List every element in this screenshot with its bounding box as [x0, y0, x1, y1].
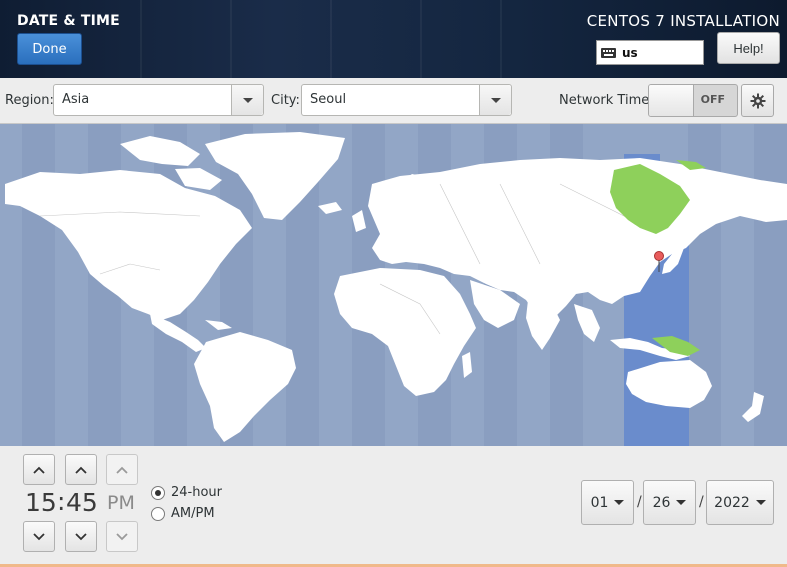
- chevron-down-icon: [676, 500, 687, 505]
- chevron-up-icon: [33, 466, 45, 474]
- date-separator: /: [699, 494, 704, 510]
- header-decoration: [230, 0, 232, 78]
- network-time-switch[interactable]: OFF: [648, 84, 738, 117]
- help-button[interactable]: Help!: [717, 32, 780, 64]
- format-ampm-radio[interactable]: [151, 506, 165, 521]
- year-value: 2022: [714, 494, 750, 511]
- month-value: 01: [590, 494, 609, 511]
- chevron-down-icon: [755, 500, 766, 505]
- chevron-down-icon[interactable]: [231, 85, 263, 115]
- chevron-down-icon: [75, 532, 87, 540]
- ntp-config-button[interactable]: [741, 84, 774, 117]
- keyboard-icon: [601, 47, 616, 58]
- year-dropdown[interactable]: 2022: [706, 480, 774, 525]
- header-decoration: [140, 0, 142, 78]
- world-map-svg[interactable]: [0, 124, 787, 446]
- minutes-value: 45: [66, 488, 98, 517]
- ampm-decrement-button[interactable]: [106, 521, 138, 552]
- hours-decrement-button[interactable]: [23, 521, 55, 552]
- format-24h-option[interactable]: 24-hour: [151, 485, 222, 500]
- switch-knob[interactable]: [649, 85, 694, 116]
- city-value: Seoul: [310, 92, 347, 107]
- city-label: City:: [271, 93, 300, 108]
- date-separator: /: [637, 494, 642, 510]
- chevron-down-icon: [33, 532, 45, 540]
- chevron-down-icon: [614, 500, 625, 505]
- pin-icon[interactable]: [654, 251, 664, 261]
- minutes-decrement-button[interactable]: [65, 521, 97, 552]
- header-decoration: [420, 0, 422, 78]
- format-ampm-option[interactable]: AM/PM: [151, 506, 215, 521]
- hours-value: 15: [25, 488, 57, 517]
- chevron-down-icon: [116, 532, 128, 540]
- month-dropdown[interactable]: 01: [581, 480, 634, 525]
- installer-title: CENTOS 7 INSTALLATION: [586, 12, 780, 30]
- ampm-increment-button[interactable]: [106, 454, 138, 485]
- chevron-up-icon: [75, 466, 87, 474]
- minutes-increment-button[interactable]: [65, 454, 97, 485]
- hours-increment-button[interactable]: [23, 454, 55, 485]
- region-label: Region:: [5, 93, 54, 108]
- city-combo[interactable]: Seoul: [301, 84, 512, 116]
- day-value: 26: [652, 494, 671, 511]
- format-24h-label: 24-hour: [171, 485, 223, 500]
- keyboard-layout-label: us: [622, 45, 638, 60]
- region-value: Asia: [62, 92, 90, 107]
- keyboard-layout-indicator[interactable]: us: [596, 40, 704, 65]
- timezone-toolbar: Region: Asia City: Seoul Network Time OF…: [0, 78, 787, 124]
- time-separator: :: [57, 487, 66, 516]
- chevron-up-icon: [116, 466, 128, 474]
- gear-icon: [750, 93, 765, 108]
- done-button[interactable]: Done: [17, 33, 82, 65]
- network-time-label: Network Time: [559, 93, 650, 108]
- switch-state-label: OFF: [700, 93, 725, 106]
- header-bar: DATE & TIME Done CENTOS 7 INSTALLATION u…: [0, 0, 787, 78]
- timezone-map[interactable]: [0, 124, 787, 446]
- page-title: DATE & TIME: [17, 13, 120, 29]
- chevron-down-icon[interactable]: [479, 85, 511, 115]
- region-combo[interactable]: Asia: [53, 84, 264, 116]
- format-24h-radio[interactable]: [151, 485, 165, 500]
- format-ampm-label: AM/PM: [171, 506, 215, 521]
- day-dropdown[interactable]: 26: [643, 480, 696, 525]
- ampm-value: PM: [107, 492, 135, 514]
- header-decoration: [330, 0, 332, 78]
- header-decoration: [500, 0, 502, 78]
